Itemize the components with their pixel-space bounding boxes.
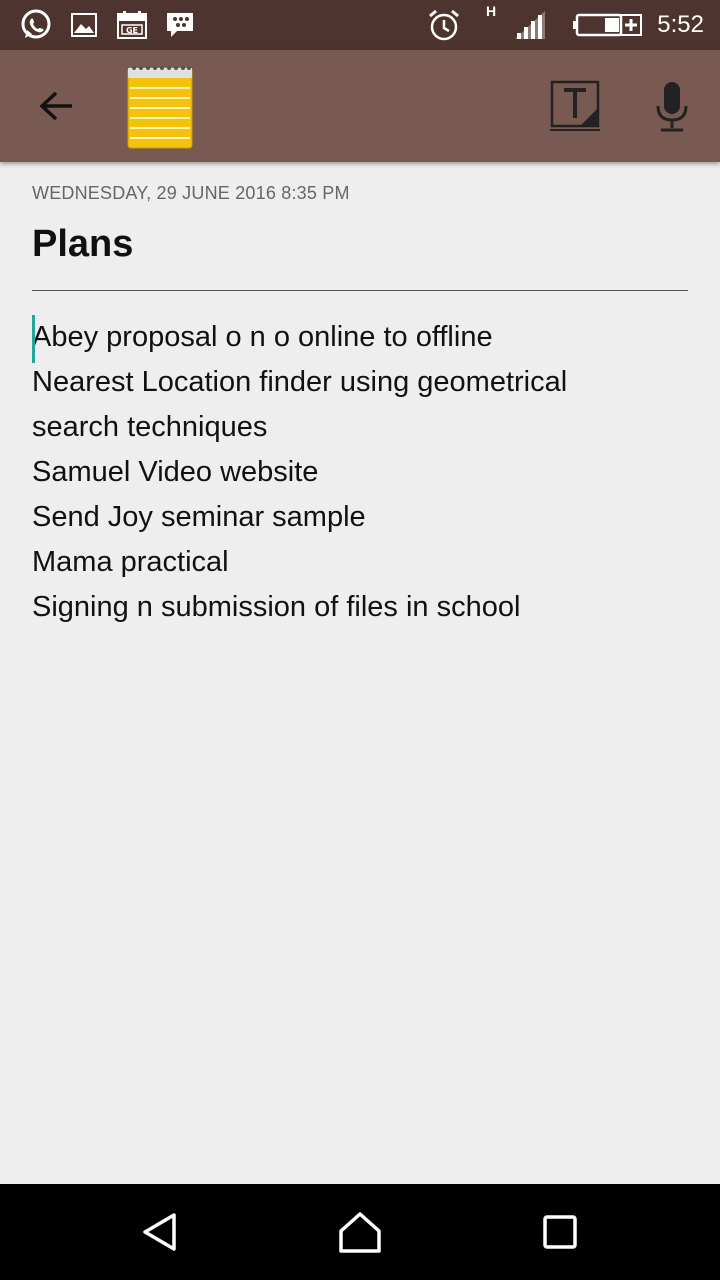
text-cursor bbox=[32, 315, 35, 363]
nav-back-button[interactable] bbox=[136, 1208, 184, 1256]
signal-icon bbox=[512, 8, 548, 42]
text-format-icon bbox=[550, 80, 600, 131]
alarm-icon bbox=[426, 8, 462, 42]
note-line: Mama practical bbox=[32, 546, 229, 578]
voice-input-button[interactable] bbox=[648, 78, 696, 138]
back-arrow-icon bbox=[39, 91, 72, 121]
gallery-icon bbox=[70, 8, 98, 42]
microphone-icon bbox=[656, 82, 688, 132]
navigation-bar bbox=[0, 1184, 720, 1280]
recents-icon bbox=[543, 1215, 577, 1249]
text-format-button[interactable] bbox=[548, 80, 604, 134]
back-triangle-icon bbox=[143, 1213, 176, 1251]
note-line: Send Joy seminar sample bbox=[32, 501, 366, 533]
blackberry-messenger-icon bbox=[164, 8, 196, 42]
note-title[interactable]: Plans bbox=[32, 222, 688, 266]
note-body-input[interactable]: Abey proposal o n o online to offline Ne… bbox=[32, 315, 688, 630]
network-type: H bbox=[486, 3, 497, 19]
note-editor: WEDNESDAY, 29 JUNE 2016 8:35 PM Plans Ab… bbox=[32, 162, 688, 630]
app-bar bbox=[0, 50, 720, 162]
note-date: WEDNESDAY, 29 JUNE 2016 8:35 PM bbox=[32, 183, 350, 203]
back-button[interactable] bbox=[28, 78, 84, 134]
note-line: search techniques bbox=[32, 411, 268, 443]
whatsapp-icon bbox=[18, 8, 54, 42]
note-line: Signing n submission of files in school bbox=[32, 591, 521, 623]
calendar-icon: GE bbox=[116, 8, 148, 42]
status-bar: GE H 5:52 bbox=[0, 0, 720, 50]
title-divider bbox=[32, 290, 688, 291]
svg-text:GE: GE bbox=[126, 26, 138, 35]
status-time: 5:52 bbox=[657, 11, 704, 38]
battery-charging-icon bbox=[572, 8, 644, 42]
home-icon bbox=[339, 1212, 381, 1253]
notepad-icon bbox=[126, 62, 194, 150]
note-line: Abey proposal o n o online to offline bbox=[32, 321, 493, 353]
nav-recents-button[interactable] bbox=[536, 1208, 584, 1256]
note-line: Samuel Video website bbox=[32, 456, 319, 488]
nav-home-button[interactable] bbox=[336, 1208, 384, 1256]
note-line: Nearest Location finder using geometrica… bbox=[32, 366, 568, 398]
